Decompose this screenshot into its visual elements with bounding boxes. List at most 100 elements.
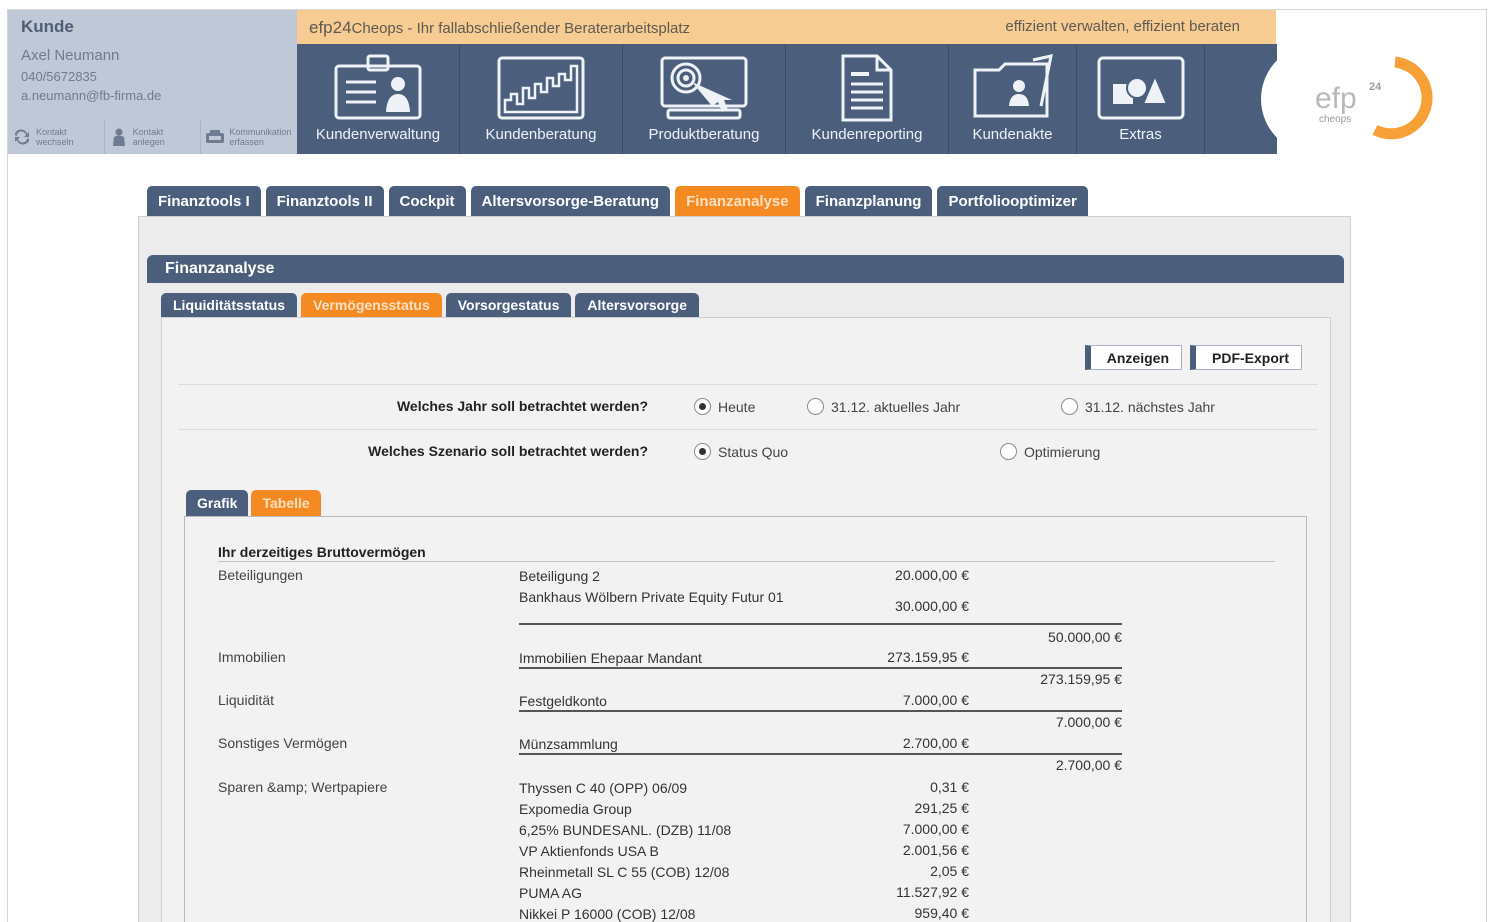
list-item: Festgeldkonto	[519, 693, 607, 709]
item-amount: 7.000,00 €	[902, 821, 969, 837]
year-option-current[interactable]: 31.12. aktuelles Jahr	[807, 398, 960, 415]
tab-finanztools-1[interactable]: Finanztools I	[147, 186, 261, 216]
app-title: efp24Cheops - Ihr fallabschließender Ber…	[309, 18, 690, 38]
year-option-current-label: 31.12. aktuelles Jahr	[831, 398, 961, 415]
nav-kundenverwaltung[interactable]: Kundenverwaltung	[297, 44, 460, 154]
tab-vermoegensstatus[interactable]: Vermögensstatus	[301, 293, 442, 317]
log-communication-l1: Kommunikation	[229, 127, 292, 137]
tab-grafik[interactable]: Grafik	[186, 490, 249, 516]
item-amount: 2.001,56 €	[902, 842, 969, 858]
report-document-icon	[837, 54, 897, 127]
list-item: Expomedia Group	[519, 801, 632, 817]
tab-portfoliooptimizer[interactable]: Portfoliooptimizer	[937, 186, 1088, 216]
nav-extras-label: Extras	[1119, 126, 1162, 143]
main-tabs: Finanztools I Finanztools II Cockpit Alt…	[147, 186, 1088, 216]
sub-tabs: Liquiditätsstatus Vermögensstatus Vorsor…	[161, 293, 699, 317]
item-amount: 291,25 €	[914, 800, 970, 816]
radio-icon[interactable]	[1061, 398, 1078, 415]
year-option-next-label: 31.12. nächstes Jahr	[1085, 398, 1215, 415]
sum-divider	[519, 623, 1122, 625]
main-navigation: Kundenverwaltung Kundenberatung Produktb…	[297, 44, 1277, 154]
customer-panel: Kunde Axel Neumann 040/5672835 a.neumann…	[8, 10, 297, 154]
category-liquiditaet: Liquidität	[218, 692, 275, 708]
chart-icon	[495, 54, 587, 127]
nav-kundenverwaltung-label: Kundenverwaltung	[315, 126, 441, 143]
tab-altersvorsorge-beratung[interactable]: Altersvorsorge-Beratung	[470, 186, 671, 216]
item-amount: 11.527,92 €	[896, 884, 969, 900]
add-contact-l1: Kontakt	[132, 127, 164, 137]
nav-kundenreporting-label: Kundenreporting	[811, 126, 923, 143]
year-question: Welches Jahr soll betrachtet werden?	[396, 398, 648, 414]
nav-extras[interactable]: Extras	[1077, 44, 1205, 154]
scenario-option-optimierung[interactable]: Optimierung	[1000, 443, 1100, 460]
customer-actions: Kontakt wechseln Kontakt anlegen Kommunika…	[8, 120, 297, 154]
nav-kundenreporting[interactable]: Kundenreporting	[786, 44, 949, 154]
brand-name: efp24	[309, 18, 352, 37]
customer-folder-icon	[971, 54, 1055, 127]
list-item: 6,25% BUNDESANL. (DZB) 11/08	[519, 822, 732, 838]
nav-kundenakte-label: Kundenakte	[972, 126, 1053, 143]
switch-contact-button[interactable]: Kontakt wechseln	[8, 120, 105, 154]
person-icon	[109, 127, 129, 147]
shapes-icon	[1095, 54, 1187, 127]
radio-icon[interactable]	[1000, 443, 1017, 460]
scenario-question-row: Welches Szenario soll betrachtet werden?…	[178, 429, 1318, 473]
tab-altersvorsorge[interactable]: Altersvorsorge	[575, 293, 699, 317]
product-target-icon	[658, 54, 750, 127]
nav-produktberatung[interactable]: Produktberatung	[623, 44, 786, 154]
item-amount: 20.000,00 €	[895, 567, 969, 583]
item-amount: 7.000,00 €	[902, 692, 969, 708]
tab-finanzplanung[interactable]: Finanzplanung	[804, 186, 933, 216]
tab-vorsorgestatus[interactable]: Vorsorgestatus	[445, 293, 572, 317]
year-option-today[interactable]: Heute	[694, 398, 755, 415]
customer-card-icon	[332, 54, 424, 127]
panel-title: Finanzanalyse	[147, 255, 1344, 283]
logo-sup: 24	[1369, 81, 1382, 93]
item-amount: 2.700,00 €	[902, 735, 969, 751]
efp-logo: efp 24 cheops	[1261, 44, 1486, 154]
tab-finanztools-2[interactable]: Finanztools II	[265, 186, 384, 216]
view-tabs: Grafik Tabelle	[186, 490, 321, 516]
category-beteiligungen: Beteiligungen	[218, 567, 303, 583]
nav-kundenberatung-label: Kundenberatung	[485, 126, 597, 143]
action-buttons: Anzeigen PDF-Export	[1084, 345, 1302, 370]
customer-name[interactable]: Axel Neumann	[21, 47, 119, 64]
communication-icon	[205, 127, 225, 147]
list-item: Thyssen C 40 (OPP) 06/09	[519, 780, 688, 796]
tab-liquiditaetsstatus[interactable]: Liquiditätsstatus	[161, 293, 298, 317]
slogan: effizient verwalten, effizient beraten	[1005, 18, 1240, 35]
customer-email[interactable]: a.neumann@fb-firma.de	[21, 88, 161, 103]
log-communication-button[interactable]: Kommunikation erfassen	[201, 120, 297, 154]
add-contact-button[interactable]: Kontakt anlegen	[105, 120, 202, 154]
switch-contact-l1: Kontakt	[36, 127, 67, 137]
pdf-export-button[interactable]: PDF-Export	[1190, 345, 1302, 370]
tab-finanzanalyse[interactable]: Finanzanalyse	[675, 186, 800, 216]
scenario-option-status-quo[interactable]: Status Quo	[694, 443, 788, 460]
item-amount: 959,40 €	[914, 905, 970, 921]
item-amount: 2,05 €	[930, 863, 969, 879]
tab-tabelle[interactable]: Tabelle	[251, 490, 321, 516]
tab-cockpit[interactable]: Cockpit	[388, 186, 466, 216]
customer-phone: 040/5672835	[21, 69, 97, 84]
radio-icon[interactable]	[807, 398, 824, 415]
category-sparen-wertpapiere: Sparen &amp; Wertpapiere	[218, 779, 388, 795]
log-communication-l2: erfassen	[229, 137, 264, 147]
nav-kundenakte[interactable]: Kundenakte	[949, 44, 1077, 154]
nav-kundenberatung[interactable]: Kundenberatung	[460, 44, 623, 154]
radio-icon[interactable]	[694, 398, 711, 415]
group-total: 2.700,00 €	[1055, 757, 1122, 773]
show-button[interactable]: Anzeigen	[1084, 345, 1182, 370]
scenario-option-optimierung-label: Optimierung	[1024, 443, 1101, 460]
year-option-next[interactable]: 31.12. nächstes Jahr	[1061, 398, 1215, 415]
list-item: VP Aktienfonds USA B	[519, 843, 659, 859]
vermoegensstatus-content: Anzeigen PDF-Export Welches Jahr soll be…	[161, 317, 1331, 922]
category-sonstiges: Sonstiges Vermögen	[218, 735, 348, 751]
logo-sub: cheops	[1319, 114, 1351, 125]
table-title: Ihr derzeitiges Bruttovermögen	[218, 544, 426, 560]
group-total: 7.000,00 €	[1055, 714, 1122, 730]
list-item: Rheinmetall SL C 55 (COB) 12/08	[519, 864, 730, 880]
radio-icon[interactable]	[694, 443, 711, 460]
sum-divider	[519, 753, 1122, 755]
list-item: Münzsammlung	[519, 736, 618, 752]
customer-label: Kunde	[21, 17, 74, 36]
